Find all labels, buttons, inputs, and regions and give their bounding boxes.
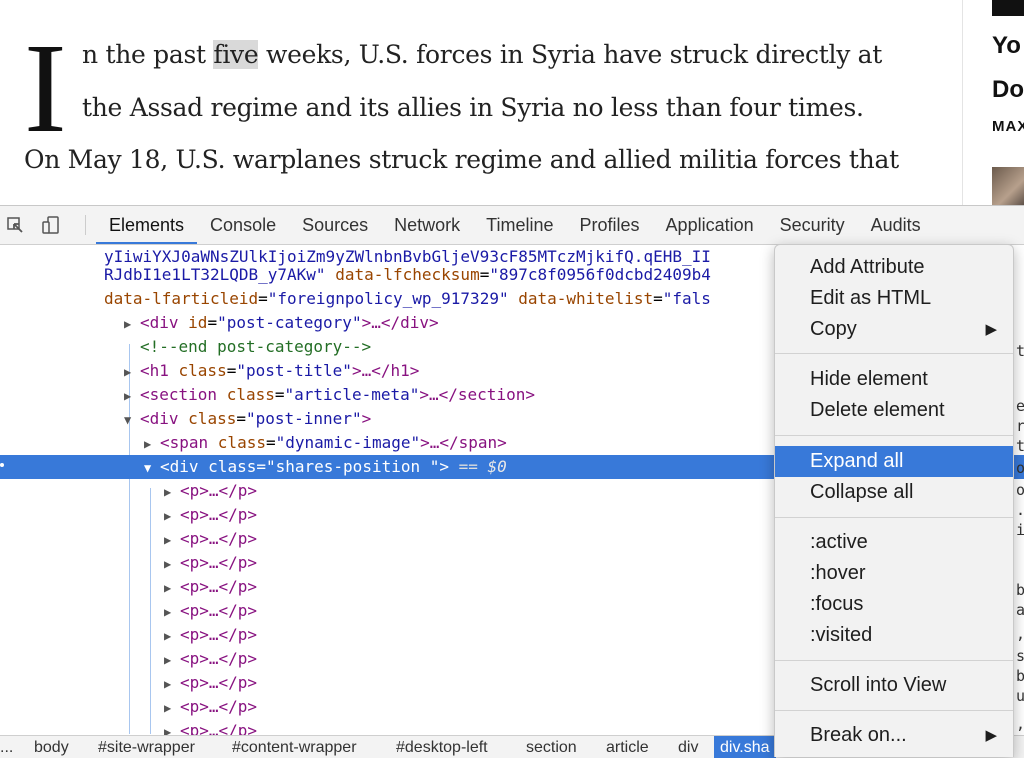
- menu-item-visited[interactable]: :visited: [775, 620, 1013, 651]
- breadcrumb-item[interactable]: ...: [0, 736, 13, 758]
- expand-triangle-icon[interactable]: ▶: [164, 552, 180, 576]
- drop-cap: I: [24, 17, 67, 159]
- submenu-arrow-icon: ▶: [985, 321, 997, 338]
- tab-profiles[interactable]: Profiles: [567, 206, 653, 244]
- menu-item-expand-all[interactable]: Expand all: [775, 446, 1013, 477]
- device-mode-icon[interactable]: [42, 216, 60, 234]
- menu-separator: [775, 435, 1013, 436]
- tab-application[interactable]: Application: [653, 206, 767, 244]
- article-line-2: the Assad regime and its allies in Syria…: [82, 93, 864, 122]
- inspect-element-icon[interactable]: [6, 216, 24, 234]
- tab-security[interactable]: Security: [767, 206, 858, 244]
- menu-item-edit-as-html[interactable]: Edit as HTML: [775, 283, 1013, 314]
- menu-item-focus[interactable]: :focus: [775, 589, 1013, 620]
- breadcrumb-item[interactable]: article: [606, 736, 649, 758]
- expand-triangle-icon[interactable]: ▶: [164, 600, 180, 624]
- menu-separator: [775, 353, 1013, 354]
- menu-item-collapse-all[interactable]: Collapse all: [775, 477, 1013, 508]
- menu-item-scroll-into-view[interactable]: Scroll into View: [775, 670, 1013, 701]
- expand-triangle-icon[interactable]: ▶: [164, 672, 180, 696]
- menu-item-add-attribute[interactable]: Add Attribute: [775, 252, 1013, 283]
- tab-console[interactable]: Console: [197, 206, 289, 244]
- devtools-tabs: Elements Console Sources Network Timelin…: [96, 206, 934, 244]
- breadcrumb-item[interactable]: #content-wrapper: [232, 736, 357, 758]
- highlighted-word: five: [213, 40, 259, 69]
- tab-timeline[interactable]: Timeline: [473, 206, 566, 244]
- sidebar-thumbnail[interactable]: [992, 167, 1024, 205]
- menu-item-hide-element[interactable]: Hide element: [775, 364, 1013, 395]
- selection-marker: [0, 463, 4, 467]
- sidebar-author: MAX: [992, 118, 1024, 135]
- submenu-arrow-icon: ▶: [985, 727, 997, 744]
- collapse-triangle-icon[interactable]: ▼: [144, 456, 160, 480]
- expand-triangle-icon[interactable]: ▶: [124, 312, 140, 336]
- collapse-triangle-icon[interactable]: ▼: [124, 408, 140, 432]
- tab-sources[interactable]: Sources: [289, 206, 381, 244]
- toolbar-separator: [85, 215, 86, 235]
- sidebar-headline-2[interactable]: Do: [992, 76, 1024, 104]
- sidebar-image-strip: [992, 0, 1024, 16]
- expand-triangle-icon[interactable]: ▶: [164, 576, 180, 600]
- menu-item-copy[interactable]: Copy ▶: [775, 314, 1013, 345]
- breadcrumb-item[interactable]: #site-wrapper: [98, 736, 195, 758]
- expand-triangle-icon[interactable]: ▶: [164, 480, 180, 504]
- menu-separator: [775, 660, 1013, 661]
- devtools-toolbar: Elements Console Sources Network Timelin…: [0, 206, 1024, 245]
- menu-item-hover[interactable]: :hover: [775, 558, 1013, 589]
- expand-triangle-icon[interactable]: ▶: [164, 648, 180, 672]
- breadcrumb-item[interactable]: #desktop-left: [396, 736, 488, 758]
- tab-network[interactable]: Network: [381, 206, 473, 244]
- menu-item-delete-element[interactable]: Delete element: [775, 395, 1013, 426]
- menu-item-break-on[interactable]: Break on... ▶: [775, 720, 1013, 751]
- article-content: I n the past five weeks, U.S. forces in …: [0, 0, 962, 205]
- article-line-1: n the past five weeks, U.S. forces in Sy…: [82, 40, 883, 69]
- expand-triangle-icon[interactable]: ▶: [164, 696, 180, 720]
- breadcrumb-item-active[interactable]: div.sha: [714, 736, 776, 758]
- expand-triangle-icon[interactable]: ▶: [164, 720, 180, 735]
- breadcrumb-item[interactable]: div: [678, 736, 698, 758]
- expand-triangle-icon[interactable]: ▶: [124, 360, 140, 384]
- context-menu: Add Attribute Edit as HTML Copy ▶ Hide el…: [774, 244, 1014, 757]
- menu-separator: [775, 517, 1013, 518]
- article-line-3: On May 18, U.S. warplanes struck regime …: [24, 145, 899, 174]
- sidebar-headline-1[interactable]: Yo: [992, 32, 1021, 60]
- tab-elements[interactable]: Elements: [96, 206, 198, 244]
- breadcrumb-item[interactable]: section: [526, 736, 577, 758]
- expand-triangle-icon[interactable]: ▶: [144, 432, 160, 456]
- article-sidebar: Yo Do MAX: [963, 0, 1024, 205]
- expand-triangle-icon[interactable]: ▶: [124, 384, 140, 408]
- expand-triangle-icon[interactable]: ▶: [164, 504, 180, 528]
- menu-item-active[interactable]: :active: [775, 527, 1013, 558]
- tab-audits[interactable]: Audits: [858, 206, 934, 244]
- expand-triangle-icon[interactable]: ▶: [164, 528, 180, 552]
- breadcrumb-item[interactable]: body: [34, 736, 69, 758]
- expand-triangle-icon[interactable]: ▶: [164, 624, 180, 648]
- menu-separator: [775, 710, 1013, 711]
